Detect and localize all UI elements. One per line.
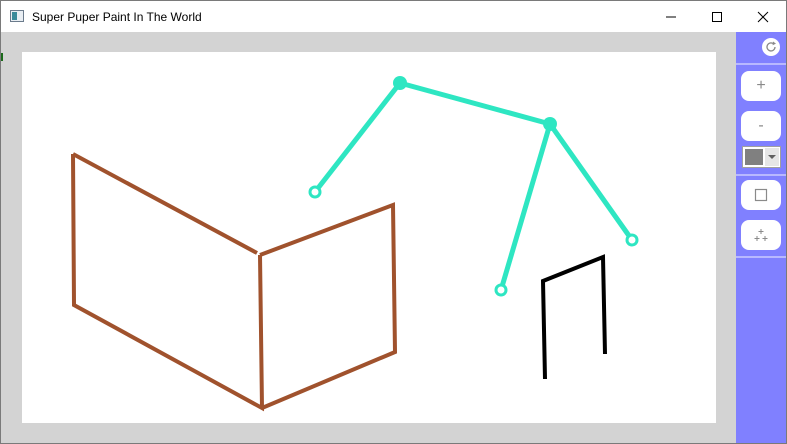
refresh-icon <box>766 41 776 52</box>
title-bar[interactable]: Super Puper Paint In The World <box>1 1 786 32</box>
close-button[interactable] <box>740 1 786 32</box>
zoom-out-label: - <box>758 117 764 134</box>
square-shape-button[interactable] <box>741 180 781 210</box>
square-icon <box>754 188 768 202</box>
zoom-out-button[interactable]: - <box>741 111 781 141</box>
minimize-button[interactable] <box>648 1 694 32</box>
maximize-button[interactable] <box>694 1 740 32</box>
zoom-in-button[interactable]: + <box>741 71 781 101</box>
app-icon <box>10 10 24 22</box>
color-dropdown-button[interactable] <box>765 148 779 166</box>
color-picker[interactable] <box>742 146 781 168</box>
app-window: Super Puper Paint In The World + - <box>0 0 787 444</box>
close-icon <box>757 11 769 22</box>
refresh-button[interactable] <box>762 38 780 56</box>
chevron-down-icon <box>768 155 776 159</box>
minimize-icon <box>666 16 676 17</box>
toolbar-divider <box>736 256 786 258</box>
toolbar-divider <box>736 174 786 176</box>
window-title: Super Puper Paint In The World <box>32 10 202 24</box>
drawing-canvas-background[interactable] <box>22 52 716 423</box>
zoom-in-label: + <box>756 77 766 94</box>
effects-button[interactable] <box>741 220 781 250</box>
color-swatch <box>745 149 763 165</box>
background-artifact <box>1 53 3 61</box>
maximize-icon <box>712 11 722 22</box>
sparkle-icon <box>754 229 768 241</box>
toolbar-divider <box>736 63 786 65</box>
